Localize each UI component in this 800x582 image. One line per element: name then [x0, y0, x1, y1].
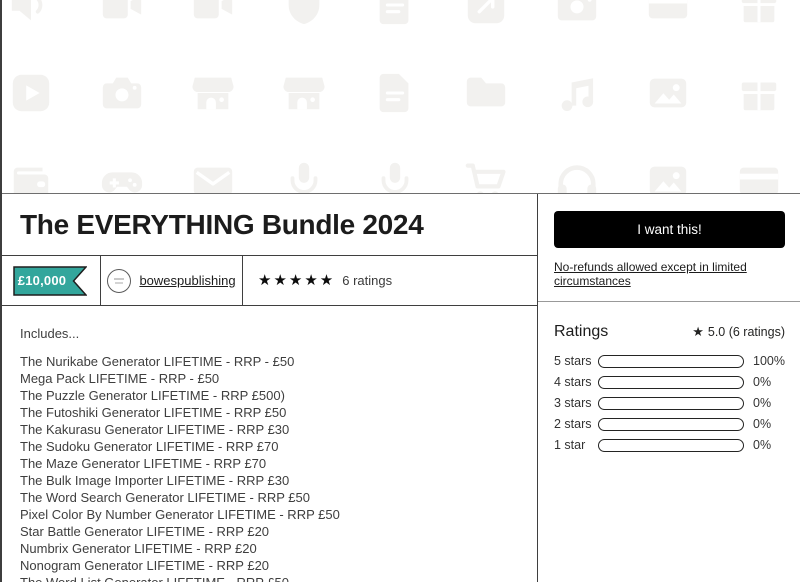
- rating-bar-track: [598, 418, 744, 431]
- main-content-row: The EVERYTHING Bundle 2024 £10,000 bowes…: [0, 193, 800, 582]
- seller-link[interactable]: bowespublishing: [139, 273, 235, 288]
- product-title: The EVERYTHING Bundle 2024: [20, 210, 517, 240]
- refund-policy-link[interactable]: No-refunds allowed except in limited cir…: [554, 260, 785, 288]
- rating-row-percent: 100%: [753, 354, 785, 368]
- seller-avatar: [107, 269, 131, 293]
- rating-row-percent: 0%: [753, 417, 785, 431]
- rating-distribution-row: 2 stars 0%: [554, 417, 785, 431]
- rating-cell: ★★★★★ 6 ratings: [243, 256, 537, 305]
- description-line: The Nurikabe Generator LIFETIME - RRP - …: [20, 353, 517, 370]
- ratings-summary-text: 5.0 (6 ratings): [708, 325, 785, 339]
- product-info-row: £10,000 bowespublishing ★★★★★ 6 ratings: [0, 256, 537, 306]
- price-tag: £10,000: [13, 266, 87, 296]
- description-line: The Maze Generator LIFETIME - RRP £70: [20, 455, 517, 472]
- ratings-summary: ★ 5.0 (6 ratings): [692, 325, 785, 339]
- description-line: The Kakurasu Generator LIFETIME - RRP £3…: [20, 421, 517, 438]
- description-line: Nonogram Generator LIFETIME - RRP £20: [20, 557, 517, 574]
- description-line: Star Battle Generator LIFETIME - RRP £20: [20, 523, 517, 540]
- star-icon: ★: [692, 325, 704, 338]
- rating-bar-track: [598, 439, 744, 452]
- description-line: The Puzzle Generator LIFETIME - RRP £500…: [20, 387, 517, 404]
- rating-distribution-row: 5 stars 100%: [554, 354, 785, 368]
- description-line: The Word Search Generator LIFETIME - RRP…: [20, 489, 517, 506]
- rating-row-percent: 0%: [753, 438, 785, 452]
- ratings-heading: Ratings: [554, 323, 608, 341]
- description-line: Numbrix Generator LIFETIME - RRP £20: [20, 540, 517, 557]
- rating-row-label: 4 stars: [554, 375, 598, 389]
- seller-cell: bowespublishing: [101, 256, 243, 305]
- product-description: Includes... The Nurikabe Generator LIFET…: [0, 306, 537, 582]
- i-want-this-button[interactable]: I want this!: [554, 211, 785, 248]
- rating-distribution: 5 stars 100% 4 stars 0% 3 stars 0% 2 sta…: [554, 354, 785, 452]
- price-label: £10,000: [13, 266, 71, 296]
- rating-distribution-row: 4 stars 0%: [554, 375, 785, 389]
- description-line: Mega Pack LIFETIME - RRP - £50: [20, 370, 517, 387]
- rating-row-percent: 0%: [753, 375, 785, 389]
- purchase-sidebar: I want this! No-refunds allowed except i…: [538, 194, 800, 582]
- rating-row-percent: 0%: [753, 396, 785, 410]
- window-left-edge: [0, 0, 2, 582]
- background-pattern-area: [0, 0, 800, 193]
- rating-distribution-row: 1 star 0%: [554, 438, 785, 452]
- rating-bar-track: [598, 376, 744, 389]
- rating-bar-track: [598, 355, 744, 368]
- ratings-header: Ratings ★ 5.0 (6 ratings): [554, 323, 785, 341]
- sidebar-divider: [538, 301, 800, 302]
- background-icon-pattern: [0, 0, 800, 193]
- product-title-row: The EVERYTHING Bundle 2024: [0, 194, 537, 256]
- rating-row-label: 2 stars: [554, 417, 598, 431]
- description-line: The Sudoku Generator LIFETIME - RRP £70: [20, 438, 517, 455]
- description-line: Pixel Color By Number Generator LIFETIME…: [20, 506, 517, 523]
- rating-row-label: 1 star: [554, 438, 598, 452]
- rating-bar-track: [598, 397, 744, 410]
- star-rating-icons: ★★★★★: [258, 273, 335, 288]
- product-card: The EVERYTHING Bundle 2024 £10,000 bowes…: [0, 194, 538, 582]
- description-line: The Bulk Image Importer LIFETIME - RRP £…: [20, 472, 517, 489]
- ratings-count-label: 6 ratings: [342, 273, 392, 288]
- rating-row-label: 3 stars: [554, 396, 598, 410]
- description-intro: Includes...: [20, 325, 517, 342]
- rating-row-label: 5 stars: [554, 354, 598, 368]
- description-line: The Word List Generator LIFETIME - RRP £…: [20, 574, 517, 582]
- price-cell: £10,000: [0, 256, 101, 305]
- description-line: The Futoshiki Generator LIFETIME - RRP £…: [20, 404, 517, 421]
- rating-distribution-row: 3 stars 0%: [554, 396, 785, 410]
